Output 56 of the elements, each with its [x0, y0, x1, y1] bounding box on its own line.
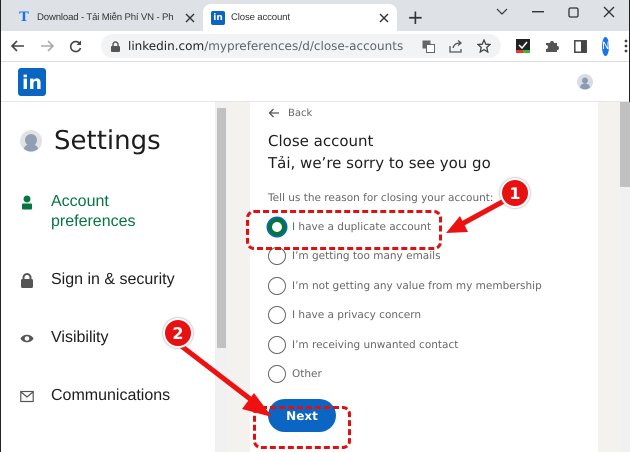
page-title: Close account: [268, 132, 374, 150]
close-icon[interactable]: [379, 12, 389, 22]
option-label: I’m getting too many emails: [292, 250, 441, 262]
option-label: I have a privacy concern: [292, 309, 422, 322]
address-bar[interactable]: linkedin.com/mypreferences/d/close-accounts: [101, 34, 501, 58]
tab-title: Close account: [231, 12, 291, 23]
radio-button[interactable]: [268, 276, 286, 295]
avatar-icon: [20, 130, 42, 152]
option-label: Other: [292, 368, 322, 380]
linkedin-logo[interactable]: in: [18, 68, 46, 96]
profile-avatar[interactable]: N: [602, 36, 610, 56]
new-tab-button[interactable]: +: [407, 6, 424, 28]
lock-icon: [111, 40, 120, 52]
option-label: I have a duplicate account: [292, 220, 432, 233]
share-icon[interactable]: [449, 40, 463, 52]
menu-icon[interactable]: [624, 39, 628, 53]
favicon-icon: in: [211, 10, 225, 24]
lock-icon: [20, 273, 34, 288]
favicon-icon: T: [17, 10, 31, 24]
browser-tab[interactable]: T Download - Tải Miễn Phí VN - Ph: [9, 4, 203, 31]
puzzle-icon[interactable]: [545, 39, 559, 53]
close-icon[interactable]: [185, 12, 195, 22]
radio-button[interactable]: [268, 247, 286, 266]
url-text: linkedin.com/mypreferences/d/close-accounts: [128, 39, 404, 53]
tab-title: Download - Tải Miễn Phí VN - Ph: [37, 12, 174, 23]
radio-button[interactable]: [268, 336, 286, 354]
side-panel-icon[interactable]: [574, 40, 587, 52]
radio-button[interactable]: [268, 365, 286, 384]
subtitle: Tải, we’re sorry to see you go: [268, 154, 492, 172]
option-label: I’m receiving unwanted contact: [292, 338, 458, 351]
avatar-icon[interactable]: [577, 74, 593, 90]
chevron-down-icon[interactable]: [496, 8, 508, 16]
sidebar-item[interactable]: Visibility: [51, 328, 108, 348]
settings-heading: Settings: [54, 126, 161, 156]
sidebar-item[interactable]: Communications: [51, 386, 170, 406]
back-link[interactable]: Back: [288, 108, 312, 118]
maximize-icon[interactable]: [568, 6, 579, 18]
checkbox-extension-icon[interactable]: [516, 39, 530, 53]
envelope-icon: [20, 389, 34, 404]
sidebar-item[interactable]: Sign in & security: [51, 270, 175, 290]
star-icon[interactable]: [477, 39, 491, 53]
back-arrow-icon[interactable]: [268, 108, 280, 118]
radio-button[interactable]: [268, 306, 286, 324]
next-button[interactable]: Next: [268, 399, 336, 432]
translate-icon[interactable]: [422, 40, 435, 52]
minimize-icon[interactable]: [532, 11, 544, 13]
close-icon[interactable]: [603, 6, 615, 18]
scrollbar[interactable]: [620, 102, 630, 452]
option-label: I’m not getting any value from my membership: [292, 280, 542, 292]
sidebar-item[interactable]: Account preferences: [51, 192, 191, 232]
person-icon: [20, 195, 34, 210]
back-arrow-icon[interactable]: [11, 40, 25, 52]
browser-tab[interactable]: in Close account: [203, 4, 397, 31]
radio-button[interactable]: [268, 218, 286, 236]
question-text: Tell us the reason for closing your account:: [268, 192, 494, 204]
reload-icon[interactable]: [69, 40, 82, 52]
